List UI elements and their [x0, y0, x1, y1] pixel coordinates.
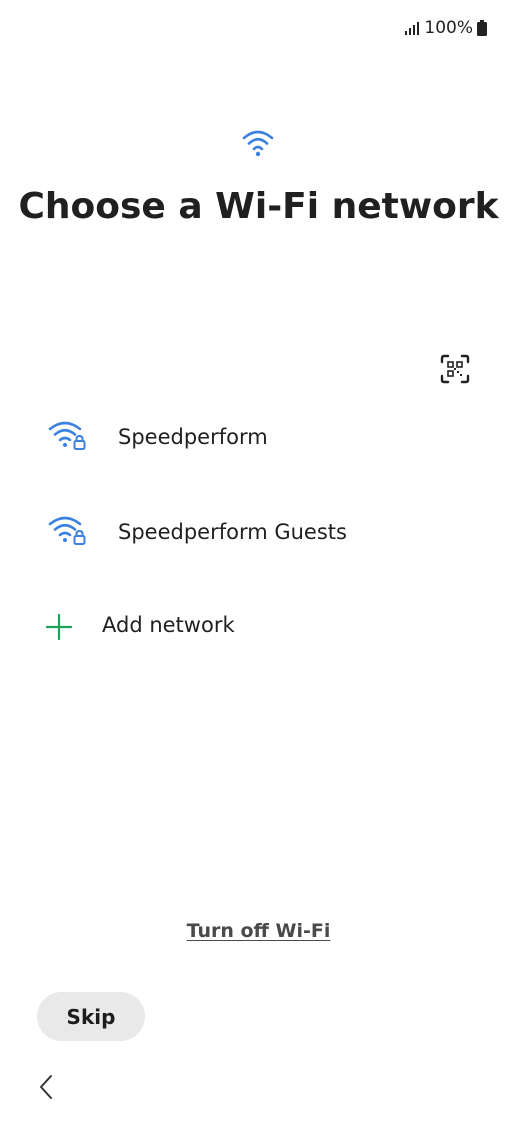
add-network-button[interactable]: Add network — [0, 597, 517, 657]
qr-code-scan-icon — [440, 354, 470, 388]
network-name: Speedperform — [118, 425, 268, 449]
network-item-speedperform[interactable]: Speedperform — [0, 407, 517, 467]
battery-percent: 100% — [424, 18, 473, 38]
wifi-lock-icon — [48, 419, 88, 455]
wifi-icon — [241, 128, 275, 162]
plus-icon — [45, 613, 73, 644]
wifi-lock-icon — [48, 514, 88, 550]
back-button[interactable] — [32, 1074, 60, 1104]
status-bar: 100% — [404, 18, 487, 38]
network-name: Speedperform Guests — [118, 520, 347, 544]
add-network-label: Add network — [102, 613, 235, 637]
network-item-speedperform-guests[interactable]: Speedperform Guests — [0, 502, 517, 562]
chevron-left-icon — [38, 1073, 54, 1105]
turn-off-wifi-link[interactable]: Turn off Wi-Fi — [187, 920, 331, 942]
battery-icon — [477, 20, 487, 36]
page-title: Choose a Wi-Fi network — [18, 186, 499, 227]
skip-button[interactable]: Skip — [37, 992, 145, 1041]
signal-bars-icon — [404, 21, 420, 35]
turn-off-wifi-container: Turn off Wi-Fi — [0, 920, 517, 942]
qr-code-scan-button[interactable] — [439, 354, 471, 388]
